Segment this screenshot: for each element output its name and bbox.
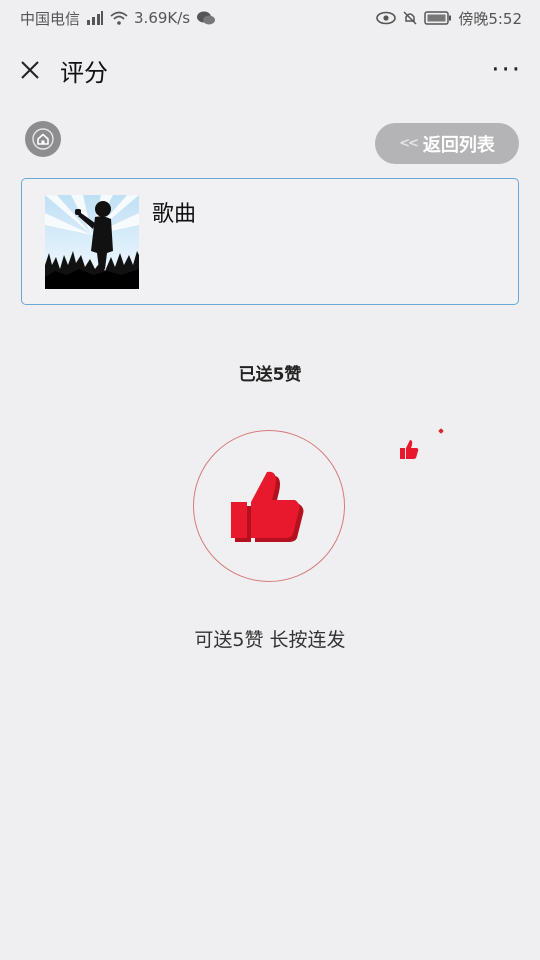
mute-icon xyxy=(402,10,418,26)
more-options-button[interactable]: ··· xyxy=(491,57,522,83)
likes-sent-text: 已送5赞 xyxy=(238,365,302,385)
wifi-icon xyxy=(110,11,128,25)
wechat-icon xyxy=(196,10,216,26)
home-button[interactable] xyxy=(25,121,61,157)
song-title: 歌曲 xyxy=(152,202,197,227)
close-button[interactable] xyxy=(18,58,42,82)
home-icon xyxy=(32,128,54,150)
song-card[interactable]: 歌曲 xyxy=(21,178,519,305)
back-to-list-label: 返回列表 xyxy=(422,134,495,156)
clock-time: 傍晚5:52 xyxy=(458,9,522,28)
like-hint-text: 可送5赞 长按连发 xyxy=(194,629,346,651)
close-icon xyxy=(21,61,39,79)
status-bar: 中国电信 3.69K/s 傍晚5:52 xyxy=(0,0,540,36)
network-speed: 3.69K/s xyxy=(134,9,191,27)
album-art-image xyxy=(45,195,139,289)
thumbs-up-icon xyxy=(231,471,304,542)
battery-icon xyxy=(424,11,452,25)
double-chevron-left-icon: << xyxy=(399,136,419,151)
page-title: 评分 xyxy=(60,58,108,87)
carrier-label: 中国电信 xyxy=(20,9,81,28)
eye-icon xyxy=(376,11,397,25)
floating-particle xyxy=(438,428,444,434)
like-button[interactable] xyxy=(193,430,345,582)
floating-thumbs-up-icon xyxy=(399,438,419,464)
title-bar: 评分 ··· xyxy=(0,44,540,96)
back-to-list-button[interactable]: << 返回列表 xyxy=(375,123,519,164)
signal-icon xyxy=(86,11,104,25)
